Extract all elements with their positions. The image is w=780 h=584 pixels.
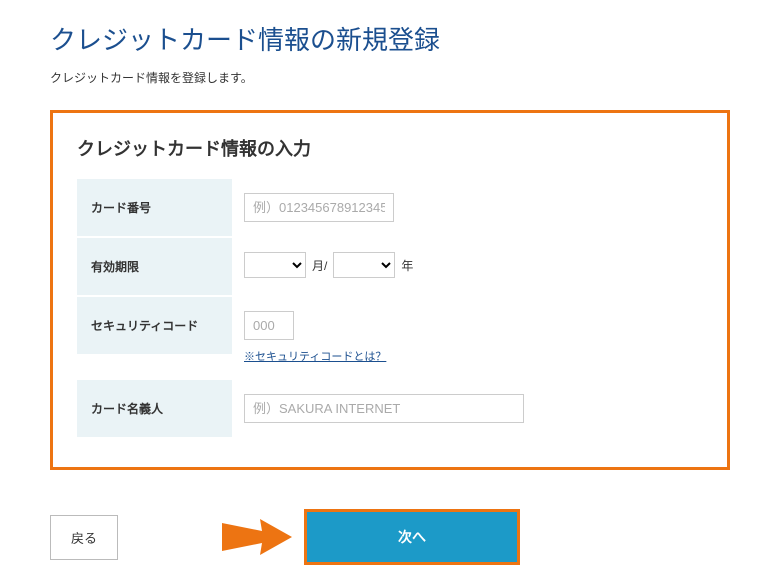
next-button[interactable]: 次へ <box>307 512 517 562</box>
expiry-month-select[interactable] <box>244 252 306 278</box>
row-card-holder: カード名義人 <box>77 380 703 437</box>
expiry-month-suffix: 月/ <box>312 257 327 274</box>
card-holder-input[interactable] <box>244 394 524 423</box>
form-title: クレジットカード情報の入力 <box>77 135 703 161</box>
label-card-holder: カード名義人 <box>77 380 232 437</box>
credit-card-form-box: クレジットカード情報の入力 カード番号 有効期限 月/ 年 セキュリティコード … <box>50 110 730 470</box>
row-expiry: 有効期限 月/ 年 <box>77 238 703 295</box>
row-security-code: セキュリティコード ※セキュリティコードとは？ <box>77 297 703 378</box>
security-code-help-link[interactable]: ※セキュリティコードとは？ <box>244 348 691 364</box>
expiry-year-suffix: 年 <box>401 257 413 274</box>
arrow-icon <box>222 513 292 562</box>
page-title: クレジットカード情報の新規登録 <box>50 20 730 57</box>
expiry-year-select[interactable] <box>333 252 395 278</box>
row-card-number: カード番号 <box>77 179 703 236</box>
label-expiry: 有効期限 <box>77 238 232 295</box>
security-code-input[interactable] <box>244 311 294 340</box>
page-description: クレジットカード情報を登録します。 <box>50 69 730 86</box>
label-security-code: セキュリティコード <box>77 297 232 354</box>
back-button[interactable]: 戻る <box>50 515 118 560</box>
next-button-highlight: 次へ <box>304 509 520 565</box>
label-card-number: カード番号 <box>77 179 232 236</box>
card-number-input[interactable] <box>244 193 394 222</box>
footer-buttons: 戻る 次へ <box>50 510 730 564</box>
